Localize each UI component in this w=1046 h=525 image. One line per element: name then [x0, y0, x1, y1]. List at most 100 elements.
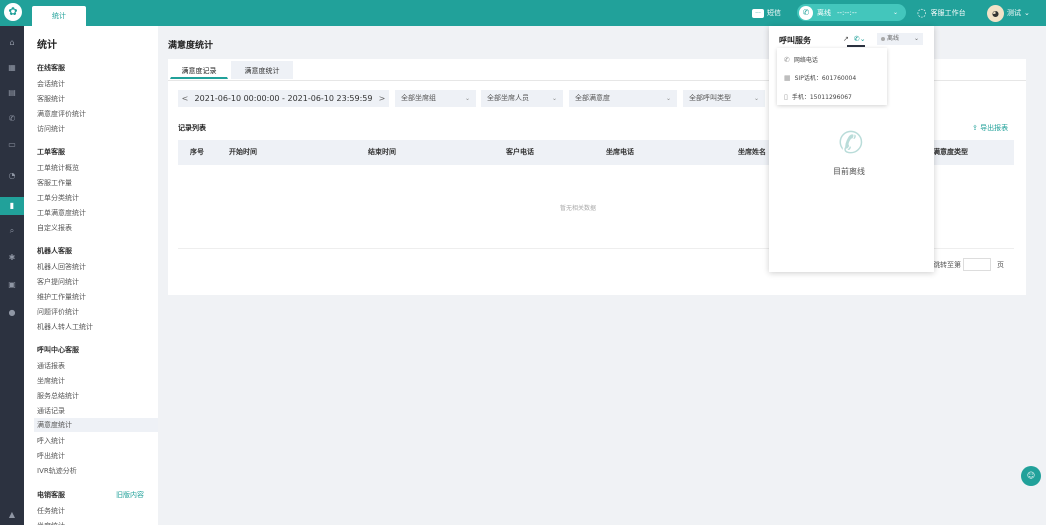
legacy-link[interactable]: 旧版内容 — [116, 490, 144, 500]
file-icon[interactable]: ▤ — [0, 84, 24, 102]
sidebar: 统计 在线客服 会话统计 客服统计 满意度评价统计 访问统计 工单客服 工单统计概览 客服工作… — [24, 26, 158, 525]
phone-icon[interactable]: ✆ — [0, 110, 24, 128]
page-jump-input[interactable] — [963, 258, 991, 271]
grid-icon[interactable]: ▦ — [0, 59, 24, 77]
agent-group-select[interactable]: 全部坐席组 ⌄ — [395, 90, 476, 107]
phone-type-icon[interactable]: ✆⌄ — [854, 35, 866, 43]
sidebar-title: 统计 — [37, 40, 57, 51]
call-status-label: 离线 — [817, 8, 831, 17]
empty-state-text: 暂无相关数据 — [560, 205, 597, 212]
sidebar-item[interactable]: IVR轨迹分析 — [37, 466, 77, 476]
agent-group-select-value: 全部坐席组 — [401, 94, 436, 102]
sidebar-item[interactable]: 工单分类统计 — [37, 193, 79, 203]
icon-rail: ⌂ ▦ ▤ ✆ ▭ ◔ ▮ ⌕ ✱ ▣ ● ▲ — [0, 26, 24, 525]
page-title: 满意度统计 — [168, 41, 214, 51]
home-icon[interactable]: ⌂ — [0, 34, 24, 52]
logo-icon[interactable]: ✿ — [4, 3, 22, 21]
sidebar-item[interactable]: 呼入统计 — [37, 436, 65, 446]
sip-icon: ▦ — [784, 73, 791, 82]
message-icon[interactable]: ▭ — [0, 136, 24, 154]
sidebar-item[interactable]: 满意度评价统计 — [37, 109, 86, 119]
user-name: 测试 — [1007, 9, 1021, 17]
chart-icon[interactable]: ▮ — [0, 197, 24, 215]
status-dot-icon — [881, 36, 885, 41]
sidebar-item[interactable]: 通话报表 — [37, 361, 65, 371]
jump-label: 跳转至第 — [933, 261, 961, 269]
sidebar-item[interactable]: 工单满意度统计 — [37, 208, 86, 218]
sidebar-group-title: 电销客服 — [37, 491, 65, 499]
dropdown-accent — [847, 45, 865, 47]
chevron-down-icon: ⌄ — [913, 35, 919, 42]
sidebar-item[interactable]: 客户提问统计 — [37, 277, 79, 287]
chat-float-button[interactable]: ☺ — [1021, 466, 1041, 486]
sidebar-group-title: 机器人客服 — [37, 247, 72, 255]
sidebar-item[interactable]: 会话统计 — [37, 79, 65, 89]
next-day-button[interactable]: > — [375, 94, 389, 103]
sidebar-item[interactable]: 坐席统计 — [37, 376, 65, 386]
dropdown-item-label: SIP话机：601760004 — [794, 75, 857, 82]
sidebar-item[interactable]: 客服工作量 — [37, 178, 72, 188]
chevron-down-icon: ⌄ — [665, 95, 671, 102]
call-type-select-value: 全部呼叫类型 — [689, 94, 731, 102]
sidebar-item[interactable]: 服务总结统计 — [37, 391, 79, 401]
dropdown-item-label: 手机：15011296067 — [791, 94, 852, 101]
sidebar-item[interactable]: 自定义报表 — [37, 223, 72, 233]
offline-status-text: 目前离线 — [833, 167, 865, 176]
mail-icon[interactable]: ▣ — [0, 276, 24, 294]
date-range-text[interactable]: 2021-06-10 00:00:00 - 2021-06-10 23:59:5… — [192, 94, 375, 103]
call-type-select[interactable]: 全部呼叫类型 ⌄ — [683, 90, 765, 107]
workbench-label: 客服工作台 — [930, 9, 966, 17]
sidebar-item[interactable]: 客服统计 — [37, 94, 65, 104]
sidebar-item[interactable]: 坐席统计 — [37, 521, 65, 525]
export-label: 导出报表 — [980, 124, 1009, 132]
call-status-toggle[interactable]: ✆ 离线 --:--:-- ⌄ — [797, 4, 906, 21]
sidebar-item[interactable]: 任务统计 — [37, 506, 65, 516]
sidebar-item[interactable]: 呼出统计 — [37, 451, 65, 461]
dropdown-item-mobile[interactable]: ▯ 手机：15011296067 — [784, 92, 852, 102]
date-range-picker[interactable]: < 2021-06-10 00:00:00 - 2021-06-10 23:59… — [178, 90, 389, 107]
top-bar: ✿ 统计 ··· 短信 ✆ 离线 --:--:-- ⌄ ◌ 客服工作台 ◕ 测试… — [0, 0, 1046, 26]
agent-select[interactable]: 全部坐席人员 ⌄ — [481, 90, 563, 107]
workbench-button[interactable]: ◌ 客服工作台 — [917, 6, 966, 20]
avatar: ◕ — [987, 4, 1004, 22]
sidebar-item[interactable]: 维护工作量统计 — [37, 292, 86, 302]
column-header: 客户电话 — [506, 148, 534, 156]
tab-satisfaction-records[interactable]: 满意度记录 — [170, 61, 228, 79]
sidebar-item[interactable]: 工单统计概览 — [37, 163, 79, 173]
hangup-icon[interactable]: ↗ — [843, 35, 849, 43]
export-button[interactable]: ⇪ 导出报表 — [972, 123, 1008, 133]
dropdown-item-sip[interactable]: ▦ SIP话机：601760004 — [784, 73, 857, 83]
prev-day-button[interactable]: < — [178, 94, 192, 103]
sidebar-item[interactable]: 访问统计 — [37, 124, 65, 134]
phone-icon: ✆ — [799, 5, 813, 20]
sidebar-item[interactable]: 通话记录 — [37, 406, 65, 416]
sidebar-item[interactable]: 问题评价统计 — [37, 307, 79, 317]
dropdown-item-web-phone[interactable]: ✆ 网络电话 — [784, 55, 818, 65]
mobile-icon: ▯ — [784, 92, 788, 101]
sidebar-item[interactable]: 机器人回答统计 — [37, 262, 86, 272]
gear-icon[interactable]: ✱ — [0, 249, 24, 267]
message-icon: ··· — [752, 8, 764, 18]
sms-label: 短信 — [767, 9, 781, 17]
call-panel-status-value: 离线 — [887, 35, 900, 42]
agent-select-value: 全部坐席人员 — [487, 94, 529, 102]
call-panel-controls: ↗ ✆⌄ — [843, 35, 866, 43]
call-timer: --:--:-- — [837, 8, 857, 17]
sidebar-item[interactable]: 满意度统计 — [34, 418, 158, 432]
call-panel-status-select[interactable]: 离线 ⌄ — [877, 33, 923, 45]
user-menu[interactable]: ◕ 测试 ⌄ — [987, 4, 1030, 22]
search-icon[interactable]: ⌕ — [0, 222, 24, 240]
sms-button[interactable]: ··· 短信 — [752, 6, 781, 20]
column-header: 序号 — [190, 148, 204, 156]
chevron-down-icon: ⌄ — [551, 95, 557, 102]
bell-icon[interactable]: ▲ — [0, 506, 24, 524]
sidebar-item[interactable]: 机器人转人工统计 — [37, 322, 93, 332]
export-icon: ⇪ — [972, 124, 978, 132]
chevron-down-icon: ⌄ — [892, 9, 898, 16]
satisfaction-select[interactable]: 全部满意度 ⌄ — [569, 90, 677, 107]
tab-statistics[interactable]: 统计 — [32, 6, 86, 26]
info-icon[interactable]: ● — [0, 304, 24, 322]
tab-satisfaction-stats[interactable]: 满意度统计 — [231, 61, 293, 79]
column-header: 坐席姓名 — [738, 148, 766, 156]
user-icon[interactable]: ◔ — [0, 167, 24, 185]
